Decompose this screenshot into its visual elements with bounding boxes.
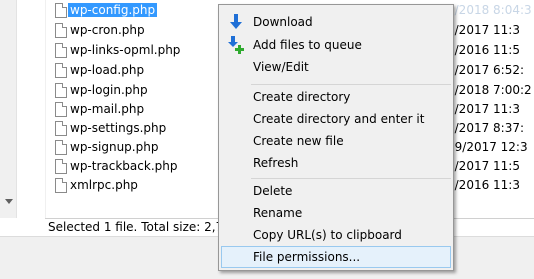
menu-item-label: View/Edit	[253, 60, 309, 74]
file-modified: 0/2017 11:3	[447, 23, 520, 37]
menu-item-rename[interactable]: Rename	[221, 202, 451, 224]
file-icon	[55, 121, 67, 136]
file-modified: 2/2017 6:52:	[447, 63, 525, 77]
menu-item-create-directory[interactable]: Create directory	[221, 86, 451, 108]
menu-item-view-edit[interactable]: View/Edit	[221, 56, 451, 78]
menu-item-label: Delete	[253, 184, 293, 198]
file-name: xmlrpc.php	[70, 178, 138, 192]
file-modified: 2/2017 11:5	[447, 159, 520, 173]
file-icon	[55, 3, 67, 18]
menu-item-file-permissions[interactable]: File permissions...	[221, 246, 451, 268]
file-name: wp-mail.php	[70, 102, 145, 116]
file-name: wp-trackback.php	[70, 159, 178, 173]
menu-item-download[interactable]: Download	[221, 11, 451, 33]
download-arrow-icon	[230, 14, 242, 29]
file-name: wp-login.php	[70, 83, 148, 97]
menu-item-create-directory-enter[interactable]: Create directory and enter it	[221, 108, 451, 130]
file-modified: 1/2017 11:3	[447, 102, 520, 116]
menu-item-label: Download	[253, 15, 313, 29]
file-modified: 1/2018 7:00:2	[447, 83, 532, 97]
menu-item-label: Add files to queue	[253, 38, 362, 52]
file-icon	[55, 23, 67, 38]
menu-item-refresh[interactable]: Refresh	[221, 152, 451, 174]
menu-item-label: Create new file	[253, 134, 344, 148]
file-name: wp-links-opml.php	[70, 43, 181, 57]
menu-item-label: Create directory	[253, 90, 351, 104]
directory-tree-strip	[17, 0, 46, 218]
menu-item-label: Refresh	[253, 156, 299, 170]
menu-item-label: Create directory and enter it	[253, 112, 425, 126]
menu-item-add-to-queue[interactable]: Add files to queue	[221, 34, 451, 56]
menu-item-create-new-file[interactable]: Create new file	[221, 130, 451, 152]
menu-item-label: File permissions...	[253, 250, 361, 264]
context-menu: Download Add files to queue View/Edit Cr…	[218, 4, 454, 271]
file-icon	[55, 43, 67, 58]
file-modified: 1/2018 8:04:3	[447, 3, 532, 17]
menu-item-label: Rename	[253, 206, 303, 220]
file-icon	[55, 102, 67, 117]
file-name: wp-config.php	[68, 3, 158, 17]
file-name: wp-signup.php	[70, 140, 159, 154]
file-icon	[55, 140, 67, 155]
file-name: wp-load.php	[70, 63, 145, 77]
menu-separator	[251, 178, 451, 179]
menu-item-copy-urls[interactable]: Copy URL(s) to clipboard	[221, 224, 451, 246]
file-icon	[55, 63, 67, 78]
menu-item-label: Copy URL(s) to clipboard	[253, 228, 402, 242]
menu-item-delete[interactable]: Delete	[221, 180, 451, 202]
vertical-scrollbar[interactable]	[0, 0, 17, 218]
file-name: wp-cron.php	[70, 23, 145, 37]
file-modified: 1/2016 11:5	[447, 43, 520, 57]
menu-separator	[251, 84, 451, 85]
file-modified: 1/2016 11:3	[447, 178, 520, 192]
file-name: wp-settings.php	[70, 121, 167, 135]
file-icon	[55, 178, 67, 193]
file-modified: 19/2017 12:3	[447, 140, 528, 154]
file-icon	[55, 83, 67, 98]
file-modified: 4/2017 8:37:	[447, 121, 525, 135]
add-to-queue-icon	[228, 36, 244, 54]
file-icon	[55, 159, 67, 174]
scroll-down-arrow-icon[interactable]	[5, 199, 13, 204]
